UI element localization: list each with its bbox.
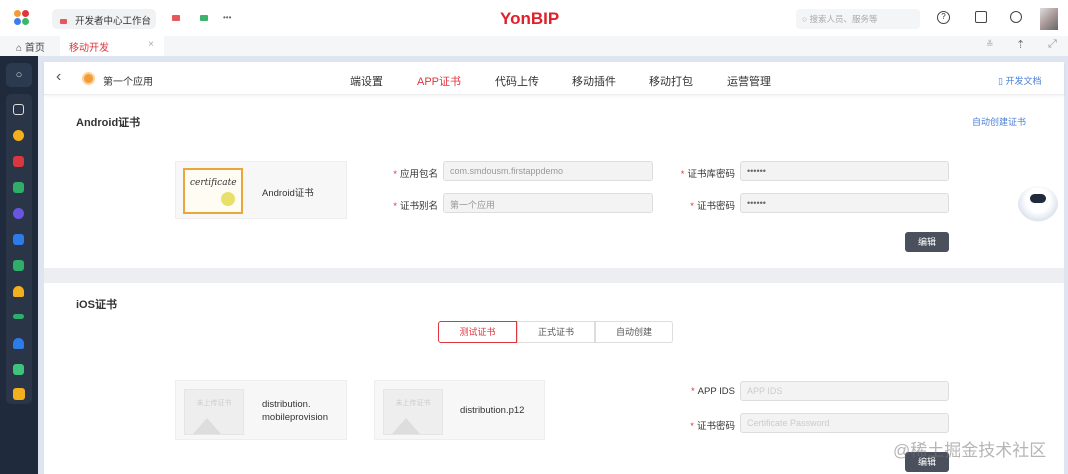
yellow-app-icon[interactable]: [13, 388, 25, 400]
more-icon[interactable]: •••: [223, 13, 231, 22]
cluster-icon[interactable]: [13, 130, 24, 141]
folder-icon[interactable]: [13, 104, 24, 115]
grid-red-icon[interactable]: [13, 156, 24, 167]
close-icon[interactable]: ×: [148, 39, 154, 50]
assistant-robot-icon[interactable]: [1018, 186, 1058, 222]
dev-docs-link[interactable]: ▯ 开发文档: [998, 74, 1041, 87]
app-icon: [82, 72, 95, 85]
app-ids-label: * APP IDS: [690, 386, 735, 397]
workspace-tab[interactable]: 开发者中心工作台: [52, 9, 156, 29]
grid-green-icon[interactable]: [13, 182, 24, 193]
segment-test-cert[interactable]: 测试证书: [438, 321, 517, 343]
tab-icon: [60, 19, 67, 24]
image-placeholder-icon: 未上传证书: [383, 389, 443, 435]
mobileprovision-label: distribution. mobileprovision: [262, 399, 329, 423]
user-icon[interactable]: [13, 286, 24, 297]
tab-home-label: 首页: [24, 43, 45, 54]
fullscreen-icon[interactable]: ⤢: [1048, 38, 1057, 51]
package-name-input[interactable]: com.smdousm.firstappdemo: [443, 161, 653, 181]
help-icon[interactable]: ?: [937, 11, 950, 24]
watermark: @稀土掘金技术社区: [893, 441, 1047, 460]
tab-label: 开发者中心工作台: [75, 16, 152, 27]
keystore-password-input[interactable]: ••••••: [740, 161, 949, 181]
package-name-label: * 应用包名: [393, 169, 438, 180]
keystore-password-label: * 证书库密码: [680, 169, 735, 180]
avatar[interactable]: [1040, 8, 1058, 30]
image-placeholder-icon: 未上传证书: [184, 389, 244, 435]
android-cert-card[interactable]: certificate Android证书: [175, 161, 347, 219]
cert-alias-label: * 证书别名: [393, 201, 438, 212]
cert-password-label: * 证书密码: [690, 201, 735, 212]
back-button[interactable]: ‹: [56, 68, 61, 86]
p12-label: distribution.p12: [460, 405, 525, 416]
mobileprovision-card[interactable]: 未上传证书 distribution. mobileprovision: [175, 380, 347, 440]
tab-app-certificate[interactable]: APP证书: [417, 73, 461, 89]
ios-section-title: iOS证书: [76, 299, 117, 311]
section-divider: [44, 268, 1064, 283]
auto-create-cert-link[interactable]: 自动创建证书: [972, 115, 1026, 128]
app-icon-red[interactable]: [172, 15, 180, 21]
page-tab-bar: ⌂ 首页 移动开发 × ≚ ⇡ ⤢: [0, 36, 1068, 56]
app-grid-logo-icon[interactable]: [14, 10, 30, 26]
tab-label: 移动开发: [69, 43, 109, 54]
top-bar: 开发者中心工作台 ••• YonBIP ○ 搜索人员、服务等 ?: [0, 0, 1068, 36]
message-icon[interactable]: [975, 11, 987, 23]
graduation-icon[interactable]: [13, 314, 24, 319]
search-input[interactable]: ○ 搜索人员、服务等: [796, 9, 920, 29]
p12-card[interactable]: 未上传证书 distribution.p12: [374, 380, 545, 440]
tab-mobile-dev[interactable]: 移动开发 ×: [60, 36, 164, 56]
android-section-title: Android证书: [76, 117, 141, 129]
certificate-image: certificate: [183, 168, 243, 214]
collapse-icon[interactable]: ≚: [986, 39, 994, 50]
support-icon[interactable]: [1010, 11, 1022, 23]
puzzle-icon[interactable]: [13, 364, 24, 375]
search-icon: ○: [15, 69, 23, 81]
ios-cert-password-label: * 证书密码: [690, 421, 735, 432]
page-header: ‹ 第一个应用 端设置 APP证书 代码上传 移动插件 移动打包 运营管理 ▯ …: [44, 62, 1064, 95]
purple-app-icon[interactable]: [13, 208, 24, 219]
cert-alias-input[interactable]: 第一个应用: [443, 193, 653, 213]
cert-password-input[interactable]: ••••••: [740, 193, 949, 213]
app-icon-green[interactable]: [200, 15, 208, 21]
tab-operations[interactable]: 运营管理: [727, 73, 771, 89]
person-blue-icon[interactable]: [13, 338, 24, 349]
sidebar: ○: [0, 56, 38, 474]
segment-auto-create[interactable]: 自动创建: [595, 321, 673, 343]
brand-logo: YonBIP: [500, 9, 560, 28]
tab-code-upload[interactable]: 代码上传: [495, 73, 539, 89]
green-card-icon[interactable]: [13, 260, 24, 271]
app-ids-input[interactable]: APP IDS: [740, 381, 949, 401]
search-icon: ○: [802, 14, 810, 24]
upload-icon[interactable]: ⇡: [1016, 38, 1025, 51]
segment-production-cert[interactable]: 正式证书: [517, 321, 595, 343]
tab-client-settings[interactable]: 端设置: [350, 73, 383, 89]
tab-mobile-packaging[interactable]: 移动打包: [649, 73, 693, 89]
sidebar-search-button[interactable]: ○: [6, 63, 32, 87]
tab-home[interactable]: ⌂ 首页: [16, 39, 45, 54]
android-edit-button[interactable]: 编辑: [905, 232, 949, 252]
blue-doc-icon[interactable]: [13, 234, 24, 245]
ios-cert-password-input[interactable]: Certificate Password: [740, 413, 949, 433]
android-cert-label: Android证书: [262, 188, 314, 199]
tab-mobile-plugins[interactable]: 移动插件: [572, 73, 616, 89]
app-name: 第一个应用: [103, 77, 153, 88]
